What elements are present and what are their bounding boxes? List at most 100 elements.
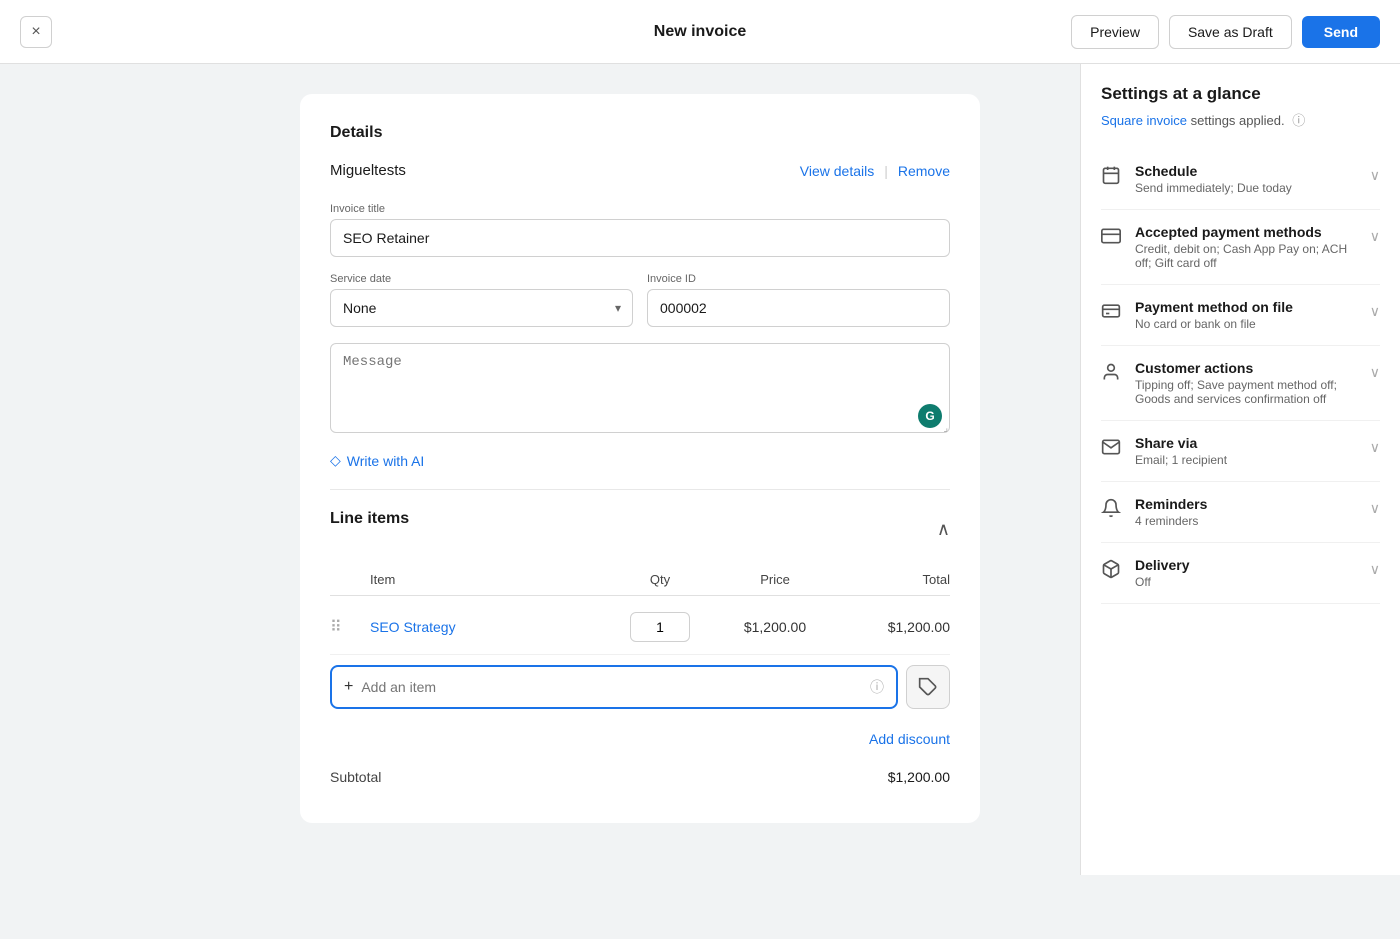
payment-methods-name: Accepted payment methods [1135,224,1358,240]
invoice-title-label: Invoice title [330,203,950,215]
customer-actions-row: View details | Remove [800,163,950,179]
col-header-item: Item [370,572,610,587]
write-ai-label: Write with AI [347,453,425,469]
add-item-input[interactable] [361,679,862,695]
customer-actions-chevron-icon: ∨ [1370,364,1380,381]
item-price: $1,200.00 [710,619,840,635]
customer-row: Migueltests View details | Remove [330,162,950,179]
setting-schedule[interactable]: Schedule Send immediately; Due today ∨ [1101,149,1380,210]
settings-subtitle: Square invoice settings applied. ⓘ [1101,110,1380,129]
summary-section: Add discount Subtotal $1,200.00 [330,717,950,793]
left-spacer [0,64,200,875]
setting-payment-methods[interactable]: Accepted payment methods Credit, debit o… [1101,210,1380,285]
customer-name: Migueltests [330,162,406,179]
payment-methods-chevron-icon: ∨ [1370,228,1380,245]
save-draft-button[interactable]: Save as Draft [1169,15,1292,49]
setting-delivery[interactable]: Delivery Off ∨ [1101,543,1380,604]
message-textarea[interactable] [330,343,950,433]
credit-card-icon [1101,226,1123,251]
payment-file-chevron-icon: ∨ [1370,303,1380,320]
topbar-left: × [20,16,52,48]
subtotal-label: Subtotal [330,769,381,785]
view-details-button[interactable]: View details [800,163,874,179]
service-date-select-wrap: ▾ [330,289,633,327]
payment-file-detail: No card or bank on file [1135,317,1358,331]
calendar-icon [1101,165,1123,190]
add-item-input-wrap[interactable]: + ⓘ [330,665,898,709]
payment-methods-detail: Credit, debit on; Cash App Pay on; ACH o… [1135,242,1358,270]
service-date-input[interactable] [330,289,633,327]
details-title: Details [330,124,950,142]
delivery-name: Delivery [1135,557,1358,573]
info-icon: ⓘ [870,677,884,697]
setting-share-via[interactable]: Share via Email; 1 recipient ∨ [1101,421,1380,482]
square-invoice-link[interactable]: Square invoice [1101,113,1187,128]
service-date-group: Service date ▾ [330,273,633,327]
delivery-detail: Off [1135,575,1358,589]
email-icon [1101,437,1123,462]
section-divider [330,489,950,490]
share-via-name: Share via [1135,435,1358,451]
subtotal-value: $1,200.00 [888,769,950,785]
plus-icon: + [344,678,353,696]
setting-customer-actions[interactable]: Customer actions Tipping off; Save payme… [1101,346,1380,421]
message-group: G ⌟ [330,343,950,436]
invoice-id-input[interactable] [647,289,950,327]
share-via-content: Share via Email; 1 recipient [1135,435,1358,467]
item-name[interactable]: SEO Strategy [370,619,610,635]
settings-title: Settings at a glance [1101,84,1380,104]
add-item-row: + ⓘ [330,665,950,709]
schedule-name: Schedule [1135,163,1358,179]
add-discount-button[interactable]: Add discount [869,727,950,751]
settings-subtitle-suffix: settings applied. [1191,113,1285,128]
delivery-chevron-icon: ∨ [1370,561,1380,578]
table-header: Item Qty Price Total [330,564,950,596]
payment-file-name: Payment method on file [1135,299,1358,315]
reminders-detail: 4 reminders [1135,514,1358,528]
invoice-id-label: Invoice ID [647,273,950,285]
setting-reminders[interactable]: Reminders 4 reminders ∨ [1101,482,1380,543]
col-header-total: Total [840,572,950,587]
delivery-content: Delivery Off [1135,557,1358,589]
schedule-detail: Send immediately; Due today [1135,181,1358,195]
main-layout: Details Migueltests View details | Remov… [0,64,1400,875]
schedule-chevron-icon: ∨ [1370,167,1380,184]
form-card: Details Migueltests View details | Remov… [300,94,980,823]
right-panel: Settings at a glance Square invoice sett… [1080,64,1400,875]
remove-button[interactable]: Remove [898,163,950,179]
box-icon [1101,559,1123,584]
write-with-ai-button[interactable]: ◇ Write with AI [330,452,424,469]
qty-input[interactable] [630,612,690,642]
customer-actions-detail: Tipping off; Save payment method off; Go… [1135,378,1358,406]
preview-button[interactable]: Preview [1071,15,1159,49]
payment-file-content: Payment method on file No card or bank o… [1135,299,1358,331]
diamond-icon: ◇ [330,452,341,469]
drag-handle-icon[interactable]: ⠿ [330,617,370,637]
customer-actions-content: Customer actions Tipping off; Save payme… [1135,360,1358,406]
line-items-header: Line items ∧ [330,510,950,548]
invoice-title-group: Invoice title [330,203,950,257]
person-icon [1101,362,1123,387]
invoice-id-group: Invoice ID [647,273,950,327]
invoice-title-input[interactable] [330,219,950,257]
customer-actions-name: Customer actions [1135,360,1358,376]
reminders-chevron-icon: ∨ [1370,500,1380,517]
reminders-content: Reminders 4 reminders [1135,496,1358,528]
collapse-line-items-button[interactable]: ∧ [937,519,950,540]
service-date-label: Service date [330,273,633,285]
close-button[interactable]: × [20,16,52,48]
topbar-actions: Preview Save as Draft Send [1071,15,1380,49]
bell-icon [1101,498,1123,523]
setting-payment-file[interactable]: Payment method on file No card or bank o… [1101,285,1380,346]
share-via-chevron-icon: ∨ [1370,439,1380,456]
center-content: Details Migueltests View details | Remov… [200,64,1080,875]
col-header-drag [330,572,370,587]
col-header-price: Price [710,572,840,587]
info-circle-icon[interactable]: ⓘ [1292,113,1305,128]
col-header-qty: Qty [610,572,710,587]
share-via-detail: Email; 1 recipient [1135,453,1358,467]
tag-button[interactable] [906,665,950,709]
reminders-name: Reminders [1135,496,1358,512]
send-button[interactable]: Send [1302,16,1380,48]
table-row: ⠿ SEO Strategy $1,200.00 $1,200.00 [330,600,950,655]
